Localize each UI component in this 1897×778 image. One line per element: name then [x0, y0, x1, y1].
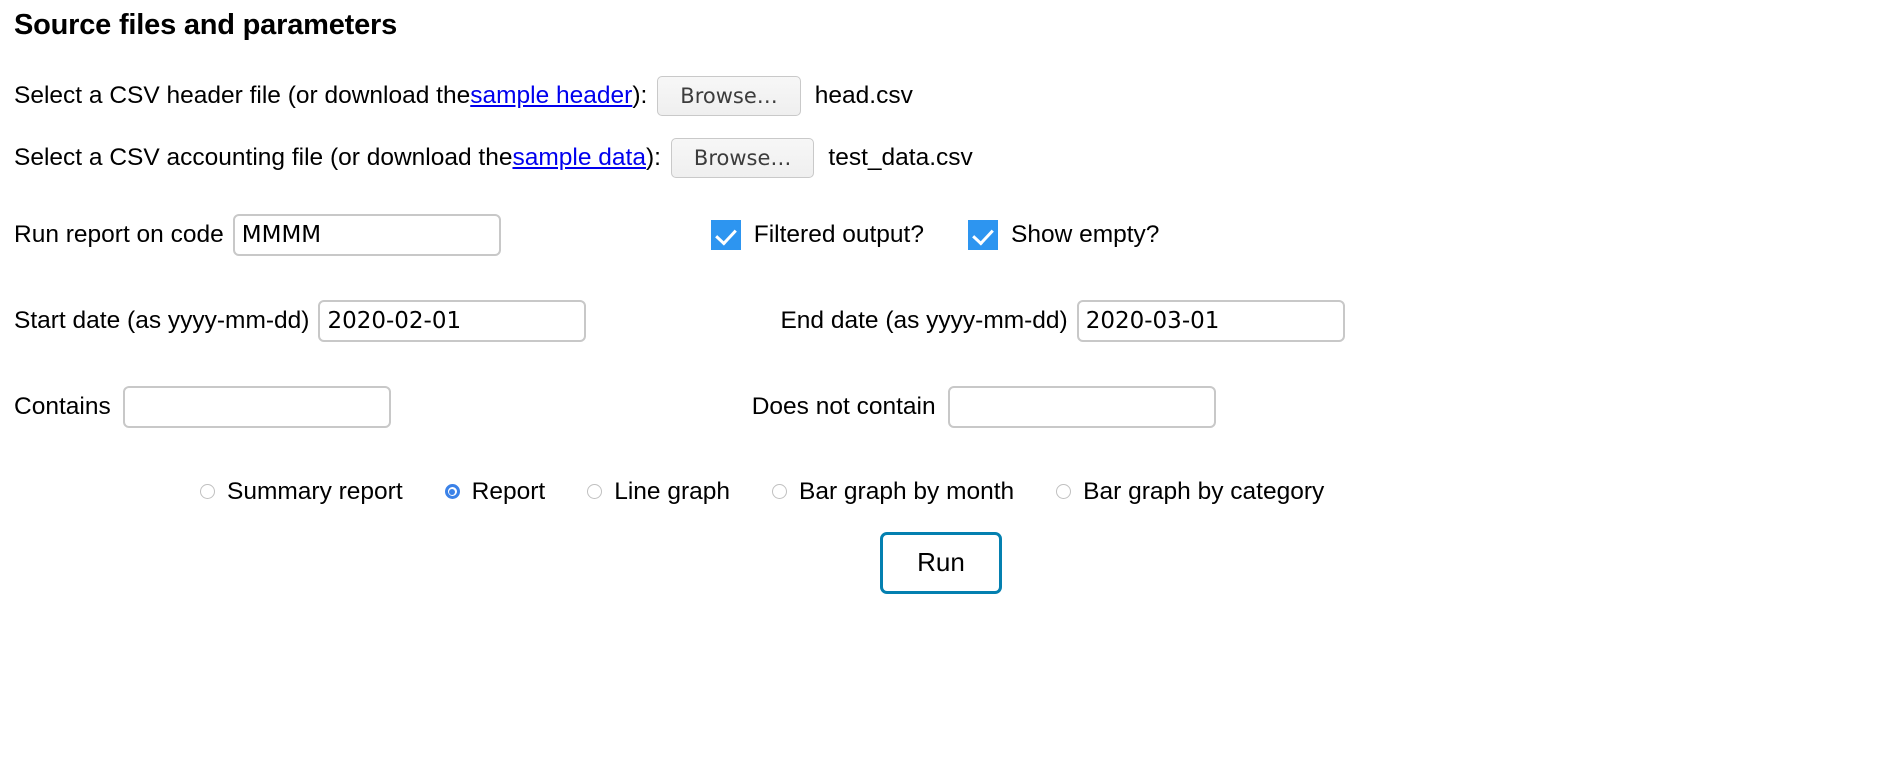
page-title: Source files and parameters [14, 9, 398, 41]
radio-bar-graph-by-category-label: Bar graph by category [1083, 477, 1325, 505]
header-file-label-after: ): [632, 81, 648, 109]
does-not-contain-label: Does not contain [751, 392, 936, 420]
radio-summary-report[interactable]: Summary report [200, 478, 403, 506]
header-file-browse-button[interactable]: Browse… [657, 75, 801, 116]
radio-circle-icon [771, 484, 787, 500]
report-type-radio-group: Summary report Report Line graph Bar gra… [14, 476, 1883, 506]
header-file-name: head.csv [814, 81, 913, 109]
radio-line-graph[interactable]: Line graph [587, 478, 730, 506]
show-empty-checkbox[interactable]: Show empty? [968, 219, 1160, 250]
end-date-input[interactable] [1076, 299, 1345, 342]
sample-data-link[interactable]: sample data [512, 144, 645, 172]
radio-circle-selected-icon [444, 484, 460, 500]
radio-circle-icon [1056, 484, 1072, 500]
end-date-label: End date (as yyyy-mm-dd) [780, 306, 1068, 334]
radio-report-label: Report [471, 477, 546, 505]
start-date-label: Start date (as yyyy-mm-dd) [14, 306, 310, 334]
contains-label: Contains [14, 392, 111, 420]
start-date-input[interactable] [318, 299, 587, 342]
radio-circle-icon [587, 484, 603, 500]
header-file-label-before: Select a CSV header file (or download th… [14, 81, 471, 109]
checkmark-icon [710, 219, 741, 250]
code-label: Run report on code [14, 220, 224, 248]
header-file-row: Select a CSV header file (or download th… [14, 75, 1883, 116]
does-not-contain-input[interactable] [947, 385, 1216, 428]
show-empty-label: Show empty? [1011, 220, 1160, 248]
code-input[interactable] [232, 213, 501, 256]
radio-report[interactable]: Report [444, 477, 546, 506]
radio-line-graph-label: Line graph [614, 477, 730, 505]
date-range-row: Start date (as yyyy-mm-dd) End date (as … [14, 299, 1883, 342]
filtered-output-label: Filtered output? [753, 220, 924, 248]
checkmark-icon [968, 219, 998, 250]
data-file-row: Select a CSV accounting file (or downloa… [14, 137, 1883, 178]
contains-input[interactable] [122, 385, 391, 428]
report-parameters-form: Source files and parameters Select a CSV… [0, 0, 1897, 594]
data-file-label-before: Select a CSV accounting file (or downloa… [14, 143, 513, 171]
filtered-output-checkbox[interactable]: Filtered output? [710, 219, 924, 250]
radio-circle-icon [200, 484, 215, 500]
sample-header-link[interactable]: sample header [470, 82, 632, 110]
data-file-name: test_data.csv [828, 143, 973, 171]
radio-bar-graph-by-month[interactable]: Bar graph by month [771, 477, 1015, 506]
radio-bar-graph-by-month-label: Bar graph by month [798, 477, 1015, 505]
run-button-row: Run [14, 506, 1883, 594]
run-button[interactable]: Run [880, 531, 1002, 594]
code-and-options-row: Run report on code Filtered output? Show… [14, 213, 1883, 256]
radio-summary-report-label: Summary report [227, 477, 403, 505]
data-file-browse-button[interactable]: Browse… [670, 137, 815, 178]
data-file-label-after: ): [645, 143, 661, 171]
text-filter-row: Contains Does not contain [14, 385, 1883, 428]
radio-bar-graph-by-category[interactable]: Bar graph by category [1056, 478, 1324, 506]
